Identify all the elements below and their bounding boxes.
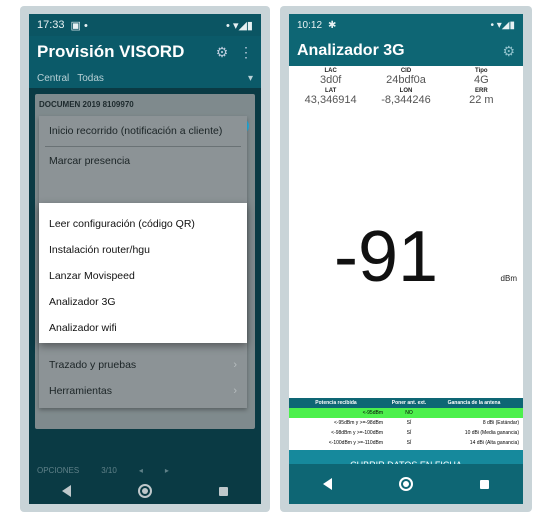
status-bar: 17:33 ▣ • • ▾◢▮	[29, 14, 261, 36]
filter-value: Todas	[77, 72, 104, 84]
chevron-right-icon: ›	[233, 359, 237, 371]
table-cell: <-100dBm y >=-110dBm	[328, 440, 383, 446]
prev-page-icon[interactable]: ◂	[139, 466, 143, 475]
tipo-value: 4G	[473, 74, 489, 86]
table-cell: 8 dBi (Estándar)	[482, 420, 519, 426]
chevron-down-icon: ▾	[247, 72, 253, 84]
notification-icon: ✱	[328, 19, 337, 31]
menu-item-analizador-3g[interactable]: Analizador 3G	[39, 289, 247, 315]
more-vert-icon[interactable]: ⋮	[239, 45, 253, 59]
menu-item-analizador-wifi[interactable]: Analizador wifi	[39, 315, 247, 341]
menu-item-inicio-recorrido[interactable]: Inicio recorrido (notificación a cliente…	[39, 118, 247, 144]
next-page-icon[interactable]: ▸	[165, 466, 169, 475]
cell-info-grid: LAC CID Tipo 3d0f 24bdf0a 4G LAT LON ERR…	[289, 66, 523, 108]
table-cell: <-95dBm	[362, 410, 383, 416]
home-icon[interactable]	[398, 477, 413, 491]
signal-strength-value: -91	[333, 217, 439, 297]
system-nav-bar	[29, 478, 261, 504]
right-phone-screen: 10:12 ✱ • ▾◢▮ Analizador 3G ⚙ LAC CID Ti…	[289, 14, 523, 504]
right-phone-frame: 10:12 ✱ • ▾◢▮ Analizador 3G ⚙ LAC CID Ti…	[280, 6, 532, 512]
status-time: 10:12	[297, 19, 323, 31]
notification-icon: ▣ •	[70, 19, 88, 32]
table-cell: NO	[405, 410, 413, 416]
gear-icon[interactable]: ⚙	[215, 45, 229, 59]
table-row: <-100dBm y >=-110dBm SÍ 14 dBi (Alta gan…	[289, 438, 523, 448]
gear-icon[interactable]: ⚙	[502, 43, 515, 60]
status-time: 17:33	[37, 19, 65, 31]
table-cell: SÍ	[406, 430, 412, 436]
back-icon[interactable]	[62, 485, 72, 497]
err-value: 22 m	[469, 94, 494, 106]
menu-item-herramientas[interactable]: Herramientas ›	[39, 378, 247, 404]
cid-value: 24bdf0a	[386, 74, 426, 86]
menu-item-leer-configuracion[interactable]: Leer configuración (código QR)	[39, 211, 247, 237]
menu-item-marcar-presencia[interactable]: Marcar presencia	[39, 148, 247, 174]
signal-icon: • ▾◢▮	[226, 19, 253, 32]
column-header: Ganancia de la antena	[447, 400, 501, 406]
table-cell: <-95dBm y >=-98dBm	[333, 420, 383, 426]
table-cell: 10 dBi (Media ganancia)	[464, 430, 519, 436]
column-header: Potencia recibida	[315, 400, 357, 406]
back-icon[interactable]	[322, 478, 332, 490]
pager-label: OPCIONES	[37, 465, 80, 475]
tools-submenu: Leer configuración (código QR) Instalaci…	[39, 203, 247, 343]
lat-value: 43,346914	[304, 94, 357, 106]
menu-item-trazado-pruebas[interactable]: Trazado y pruebas ›	[39, 352, 247, 378]
table-cell: SÍ	[406, 420, 412, 426]
content-area: DOCUMEN 2019 8109970 Tı A M C F E Inicio…	[29, 88, 261, 504]
menu-item-lanzar-movispeed[interactable]: Lanzar Movispeed	[39, 263, 247, 289]
pager-bar: OPCIONES 3/10 ◂ ▸	[29, 462, 261, 478]
table-row: <-95dBm y >=-98dBm SÍ 8 dBi (Estándar)	[289, 418, 523, 428]
table-header: Potencia recibida Poner ant. ext. Gananc…	[289, 398, 523, 408]
app-bar: Provisión VISORD ⚙ ⋮	[29, 36, 261, 68]
column-header: Poner ant. ext.	[391, 400, 427, 406]
signal-unit: dBm	[500, 274, 517, 283]
app-title: Provisión VISORD	[37, 42, 185, 61]
filter-label: Central	[37, 72, 70, 84]
chevron-right-icon: ›	[233, 385, 237, 397]
analyzer-content: LAC CID Tipo 3d0f 24bdf0a 4G LAT LON ERR…	[289, 66, 523, 504]
home-icon[interactable]	[137, 484, 152, 498]
app-bar: Analizador 3G ⚙	[289, 36, 523, 66]
pager-count: 3/10	[101, 465, 117, 475]
app-title: Analizador 3G	[297, 42, 405, 59]
gain-table: Potencia recibida Poner ant. ext. Gananc…	[289, 398, 523, 448]
document-number: DOCUMEN 2019 8109970	[39, 100, 134, 109]
lac-value: 3d0f	[319, 74, 342, 86]
table-row-highlighted: <-95dBm NO	[289, 408, 523, 418]
status-bar: 10:12 ✱ • ▾◢▮	[289, 14, 523, 36]
table-cell: <-98dBm y >=-100dBm	[331, 430, 383, 436]
left-phone-screen: 17:33 ▣ • • ▾◢▮ Provisión VISORD ⚙ ⋮ Cen…	[29, 14, 261, 504]
table-cell: 14 dBi (Alta ganancia)	[469, 440, 519, 446]
table-cell: SÍ	[406, 440, 412, 446]
central-filter[interactable]: Central Todas ▾	[29, 68, 261, 88]
menu-item-instalacion-router[interactable]: Instalación router/hgu	[39, 237, 247, 263]
signal-icon: • ▾◢▮	[490, 19, 516, 31]
recent-apps-icon[interactable]	[480, 479, 490, 489]
system-nav-bar	[289, 464, 523, 504]
recent-apps-icon[interactable]	[218, 486, 228, 496]
lon-value: -8,344246	[381, 94, 431, 106]
table-row: <-98dBm y >=-100dBm SÍ 10 dBi (Media gan…	[289, 428, 523, 438]
left-phone-frame: 17:33 ▣ • • ▾◢▮ Provisión VISORD ⚙ ⋮ Cen…	[20, 6, 270, 512]
